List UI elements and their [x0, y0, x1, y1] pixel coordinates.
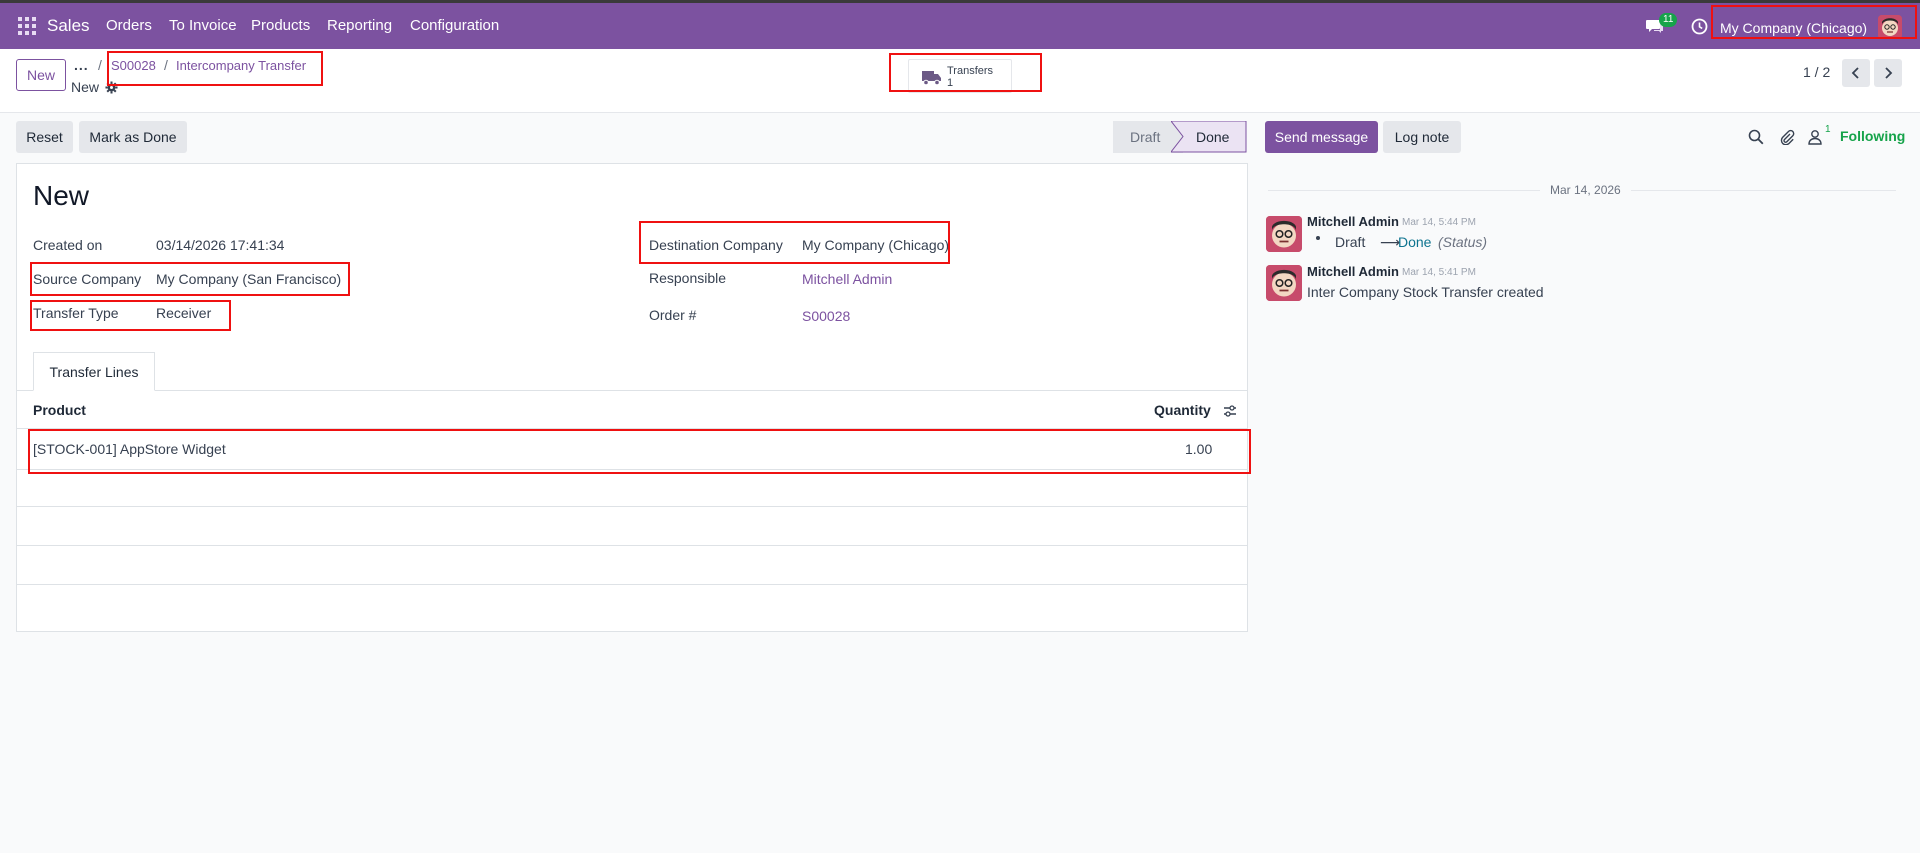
- message-author[interactable]: Mitchell Admin: [1307, 214, 1399, 229]
- send-message-button[interactable]: Send message: [1265, 121, 1378, 153]
- follower-count: 1: [1825, 124, 1831, 135]
- message-body: Inter Company Stock Transfer created: [1307, 284, 1544, 300]
- message-time: Mar 14, 5:41 PM: [1402, 267, 1476, 278]
- followers-icon[interactable]: [1807, 129, 1823, 145]
- highlight-company-switcher: [1711, 5, 1917, 39]
- chevron-left-icon: [1851, 67, 1859, 79]
- pager-value[interactable]: 1 / 2: [1803, 64, 1830, 80]
- reset-button[interactable]: Reset: [16, 121, 73, 153]
- following-button[interactable]: Following: [1840, 128, 1905, 144]
- highlight-transfer-type: [30, 300, 231, 331]
- new-record-button[interactable]: New: [16, 59, 66, 91]
- column-quantity[interactable]: Quantity: [1154, 402, 1211, 418]
- menu-configuration[interactable]: Configuration: [410, 17, 499, 34]
- search-icon[interactable]: [1748, 129, 1764, 145]
- record-name: New: [71, 79, 100, 95]
- apps-menu-icon[interactable]: [18, 17, 36, 35]
- activity-clock-icon[interactable]: [1691, 18, 1708, 35]
- tab-transfer-lines[interactable]: Transfer Lines: [33, 352, 155, 391]
- value-responsible[interactable]: Mitchell Admin: [802, 271, 892, 287]
- highlight-transfer-line: [28, 429, 1251, 474]
- optional-columns-icon[interactable]: [1223, 404, 1237, 418]
- label-order: Order #: [649, 307, 697, 323]
- value-created-on: 03/14/2026 17:41:34: [156, 237, 285, 253]
- tracking-old-value: Draft: [1335, 234, 1366, 250]
- row-divider: [17, 545, 1247, 546]
- breadcrumb-more-icon[interactable]: ...: [74, 57, 89, 73]
- tracking-field-name: (Status): [1438, 234, 1488, 250]
- column-product[interactable]: Product: [33, 402, 86, 418]
- label-created-on: Created on: [33, 237, 103, 253]
- menu-products[interactable]: Products: [251, 17, 310, 34]
- menu-orders[interactable]: Orders: [106, 17, 152, 34]
- chevron-right-icon: [1885, 67, 1893, 79]
- pager-previous-button[interactable]: [1842, 59, 1870, 87]
- record-title: New: [33, 180, 90, 211]
- highlight-breadcrumb: [107, 51, 323, 86]
- highlight-source-company: [30, 262, 350, 296]
- menu-to-invoice[interactable]: To Invoice: [169, 17, 237, 34]
- message-avatar[interactable]: [1266, 265, 1302, 301]
- status-done[interactable]: Done: [1171, 121, 1247, 153]
- row-divider: [17, 584, 1247, 585]
- breadcrumb-separator: /: [98, 57, 102, 73]
- value-order[interactable]: S00028: [802, 308, 850, 324]
- form-sheet: New Created on 03/14/2026 17:41:34 Sourc…: [16, 163, 1248, 632]
- messages-badge: 11: [1659, 13, 1678, 27]
- row-divider: [17, 506, 1247, 507]
- list-bullet: [1316, 236, 1320, 240]
- message-avatar[interactable]: [1266, 216, 1302, 252]
- tracking-new-value: Done: [1398, 234, 1432, 250]
- label-responsible: Responsible: [649, 270, 727, 286]
- chatter-date: Mar 14, 2026: [1540, 183, 1631, 197]
- pager-next-button[interactable]: [1874, 59, 1902, 87]
- top-navbar: Sales Orders To Invoice Products Reporti…: [0, 0, 1920, 49]
- tabs-divider: [17, 390, 1247, 391]
- menu-reporting[interactable]: Reporting: [327, 17, 392, 34]
- mark-as-done-button[interactable]: Mark as Done: [79, 121, 187, 153]
- paperclip-icon[interactable]: [1779, 129, 1795, 145]
- message-author[interactable]: Mitchell Admin: [1307, 264, 1399, 279]
- highlight-transfers-button: [889, 53, 1042, 92]
- log-note-button[interactable]: Log note: [1383, 121, 1461, 153]
- highlight-destination-company: [639, 221, 950, 264]
- app-name[interactable]: Sales: [47, 16, 90, 36]
- message-time: Mar 14, 5:44 PM: [1402, 217, 1476, 228]
